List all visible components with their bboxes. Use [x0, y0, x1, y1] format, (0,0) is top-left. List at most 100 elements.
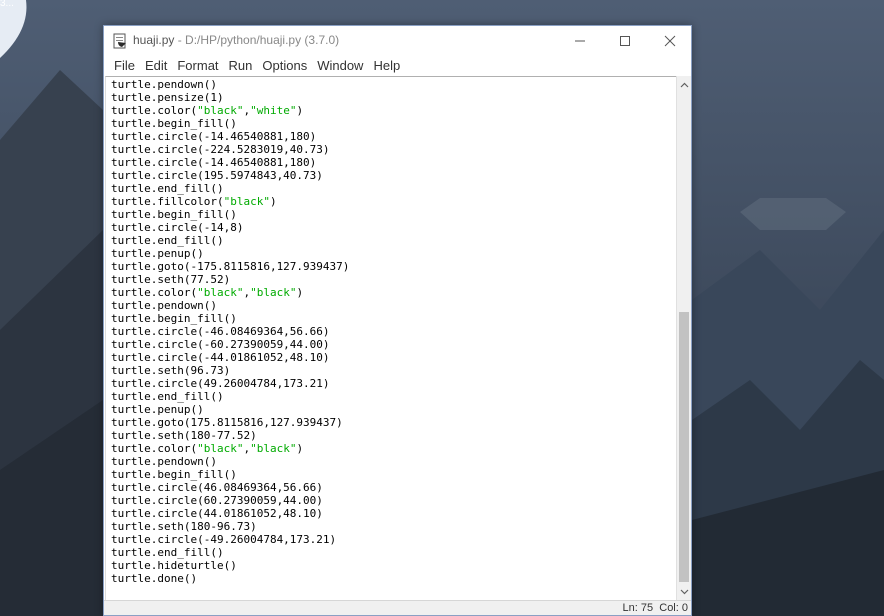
- scroll-up-button[interactable]: [677, 76, 692, 93]
- code-line: turtle.circle(-46.08469364,56.66): [111, 325, 349, 338]
- code-token: turtle.circle(60.27390059,44.00): [111, 494, 323, 507]
- code-line: turtle.circle(60.27390059,44.00): [111, 494, 349, 507]
- code-token: turtle.seth(96.73): [111, 364, 231, 377]
- code-line: turtle.pendown(): [111, 299, 349, 312]
- code-line: turtle.circle(46.08469364,56.66): [111, 481, 349, 494]
- maximize-button[interactable]: [602, 26, 648, 56]
- code-token: turtle.color(: [111, 442, 198, 455]
- code-token: turtle.circle(49.26004784,173.21): [111, 377, 330, 390]
- code-token: turtle.penup(): [111, 403, 204, 416]
- cursor-position: Ln: 75 Col: 0: [623, 602, 688, 614]
- code-token: turtle.pendown(): [111, 455, 217, 468]
- code-line: turtle.circle(195.5974843,40.73): [111, 169, 349, 182]
- code-line: turtle.color("black","black"): [111, 286, 349, 299]
- string-literal: "black": [197, 104, 244, 117]
- code-line: turtle.circle(44.01861052,48.10): [111, 507, 349, 520]
- menu-file[interactable]: File: [109, 57, 140, 75]
- code-line: turtle.goto(175.8115816,127.939437): [111, 416, 349, 429]
- close-button[interactable]: [647, 26, 693, 56]
- code-line: turtle.seth(96.73): [111, 364, 349, 377]
- menu-help[interactable]: Help: [368, 57, 405, 75]
- code-token: ): [269, 195, 277, 208]
- close-icon: [664, 35, 676, 47]
- menu-run[interactable]: Run: [224, 57, 258, 75]
- code-line: turtle.circle(-49.26004784,173.21): [111, 533, 349, 546]
- string-literal: "white": [250, 104, 297, 117]
- menu-edit[interactable]: Edit: [140, 57, 172, 75]
- code-line: turtle.circle(49.26004784,173.21): [111, 377, 349, 390]
- chevron-down-icon: [680, 589, 689, 594]
- menu-window[interactable]: Window: [312, 57, 368, 75]
- menu-options[interactable]: Options: [257, 57, 312, 75]
- code-line: turtle.circle(-224.5283019,40.73): [111, 143, 349, 156]
- code-token: turtle.circle(-14.46540881,180): [111, 130, 317, 143]
- code-token: turtle.pensize(1): [111, 91, 224, 104]
- status-col: Col: 0: [659, 602, 688, 614]
- window-title: huaji.py - D:/HP/python/huaji.py (3.7.0): [133, 33, 339, 47]
- code-token: turtle.begin_fill(): [111, 117, 237, 130]
- menu-format[interactable]: Format: [172, 57, 223, 75]
- code-token: turtle.seth(180-77.52): [111, 429, 257, 442]
- code-line: turtle.seth(180-96.73): [111, 520, 349, 533]
- code-line: turtle.begin_fill(): [111, 312, 349, 325]
- code-line: turtle.circle(-14.46540881,180): [111, 130, 349, 143]
- code-token: turtle.goto(175.8115816,127.939437): [111, 416, 343, 429]
- code-line: turtle.end_fill(): [111, 234, 349, 247]
- code-token: turtle.seth(77.52): [111, 273, 231, 286]
- vertical-scrollbar[interactable]: [676, 76, 691, 600]
- code-token: turtle.end_fill(): [111, 234, 224, 247]
- code-token: turtle.circle(195.5974843,40.73): [111, 169, 323, 182]
- title-bar[interactable]: huaji.py - D:/HP/python/huaji.py (3.7.0): [104, 26, 691, 56]
- minimize-button[interactable]: [557, 26, 603, 56]
- code-token: turtle.begin_fill(): [111, 312, 237, 325]
- desktop-corner-label: 3...: [0, 0, 14, 9]
- window-title-filename: huaji.py: [133, 33, 175, 47]
- code-editor[interactable]: turtle.pendown() turtle.pensize(1) turtle.…: [105, 76, 677, 600]
- scroll-down-button[interactable]: [677, 583, 692, 600]
- code-line: turtle.pensize(1): [111, 91, 349, 104]
- code-line: turtle.done(): [111, 572, 349, 585]
- code-line: turtle.hideturtle(): [111, 559, 349, 572]
- code-line: turtle.seth(77.52): [111, 273, 349, 286]
- code-token: turtle.circle(44.01861052,48.10): [111, 507, 323, 520]
- code-token: turtle.circle(-60.27390059,44.00): [111, 338, 330, 351]
- menu-bar: File Edit Format Run Options Window Help: [104, 56, 691, 76]
- string-literal: "black": [250, 442, 297, 455]
- code-token: turtle.circle(-46.08469364,56.66): [111, 325, 330, 338]
- code-line: turtle.begin_fill(): [111, 117, 349, 130]
- code-token: turtle.color(: [111, 286, 198, 299]
- chevron-up-icon: [680, 82, 689, 87]
- status-line: Ln: 75: [622, 602, 654, 614]
- code-line: turtle.color("black","black"): [111, 442, 349, 455]
- code-lines: turtle.pendown() turtle.pensize(1) turtle.…: [111, 78, 349, 585]
- code-line: turtle.pendown(): [111, 455, 349, 468]
- code-line: turtle.seth(180-77.52): [111, 429, 349, 442]
- code-line: turtle.end_fill(): [111, 182, 349, 195]
- code-line: turtle.color("black","white"): [111, 104, 349, 117]
- code-token: turtle.hideturtle(): [111, 559, 237, 572]
- code-token: turtle.fillcolor(: [111, 195, 224, 208]
- code-token: turtle.end_fill(): [111, 182, 224, 195]
- code-line: turtle.circle(-44.01861052,48.10): [111, 351, 349, 364]
- code-token: turtle.pendown(): [111, 299, 217, 312]
- status-bar: Ln: 75 Col: 0: [104, 600, 691, 615]
- python-file-icon: [113, 33, 126, 49]
- code-line: turtle.end_fill(): [111, 390, 349, 403]
- code-line: turtle.circle(-14,8): [111, 221, 349, 234]
- code-token: turtle.begin_fill(): [111, 468, 237, 481]
- code-line: turtle.circle(-14.46540881,180): [111, 156, 349, 169]
- code-token: turtle.circle(-14.46540881,180): [111, 156, 317, 169]
- string-literal: "black": [250, 286, 297, 299]
- scroll-thumb[interactable]: [679, 312, 689, 582]
- code-token: turtle.circle(46.08469364,56.66): [111, 481, 323, 494]
- code-line: turtle.begin_fill(): [111, 468, 349, 481]
- code-token: ): [296, 104, 304, 117]
- code-token: turtle.circle(-49.26004784,173.21): [111, 533, 337, 546]
- code-line: turtle.circle(-60.27390059,44.00): [111, 338, 349, 351]
- code-line: turtle.penup(): [111, 403, 349, 416]
- code-token: turtle.circle(-14,8): [111, 221, 244, 234]
- code-line: turtle.fillcolor("black"): [111, 195, 349, 208]
- code-token: turtle.seth(180-96.73): [111, 520, 257, 533]
- code-token: turtle.done(): [111, 572, 198, 585]
- string-literal: "black": [223, 195, 270, 208]
